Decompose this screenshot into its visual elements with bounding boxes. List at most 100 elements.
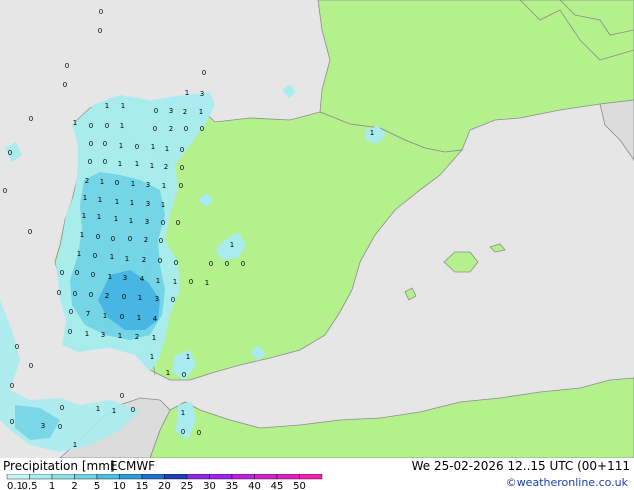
precip-value-label: 1 [156, 277, 160, 285]
precip-value-label: 1 [118, 332, 122, 340]
precip-value-label: 0 [179, 182, 183, 190]
precip-value-label: 0 [197, 429, 201, 437]
color-swatch [186, 474, 210, 480]
color-scale: 0.10.5 1 2 5 10 15 20 25 30 35 40 45 50 [6, 474, 323, 490]
precip-value-label: 0 [161, 219, 165, 227]
precip-value-label: 1 [85, 330, 89, 338]
color-swatch [276, 474, 300, 480]
precip-value-label: 1 [125, 255, 129, 263]
precip-value-label: 3 [123, 274, 127, 282]
precip-value-label: 0 [225, 260, 229, 268]
precip-value-label: 0 [73, 290, 77, 298]
precip-value-label: 0 [105, 122, 109, 130]
precip-value-label: 1 [110, 253, 114, 261]
precip-value-label: 2 [183, 108, 187, 116]
precip-value-label: 0 [8, 149, 12, 157]
precip-value-label: 3 [146, 181, 150, 189]
precip-value-label: 1 [121, 102, 125, 110]
precip-value-label: 0 [180, 164, 184, 172]
precip-value-label: 1 [73, 119, 77, 127]
valid-time: We 25-02-2026 12..15 UTC (00+111 [411, 459, 630, 473]
precip-value-label: 0 [68, 328, 72, 336]
precip-value-label: 1 [151, 143, 155, 151]
precip-value-label: 0 [75, 269, 79, 277]
precip-value-label: 0 [65, 62, 69, 70]
precip-value-label: 0 [58, 423, 62, 431]
precip-value-label: 1 [150, 162, 154, 170]
precip-value-label: 2 [142, 256, 146, 264]
precip-value-label: 0 [89, 122, 93, 130]
scale-tick-label: 5 [94, 481, 100, 490]
color-swatch [141, 474, 165, 480]
precip-value-label: 3 [155, 295, 159, 303]
precip-value-label: 1 [165, 145, 169, 153]
precip-value-label: 1 [80, 231, 84, 239]
precip-value-label: 3 [41, 422, 45, 430]
precip-value-label: 0 [115, 179, 119, 187]
precip-value-label: 1 [199, 108, 203, 116]
precip-value-label: 1 [150, 353, 154, 361]
precip-value-label: 0 [3, 187, 7, 195]
precip-value-label: 0 [15, 343, 19, 351]
color-swatch [209, 474, 233, 480]
precip-value-label: 0 [202, 69, 206, 77]
color-swatch [6, 474, 30, 480]
precip-value-label: 1 [185, 89, 189, 97]
precip-value-label: 1 [173, 278, 177, 286]
precip-value-label: 3 [101, 331, 105, 339]
precip-value-label: 1 [105, 102, 109, 110]
precip-value-label: 1 [162, 182, 166, 190]
precip-value-label: 1 [97, 213, 101, 221]
precip-value-label: 0 [88, 158, 92, 166]
precip-value-label: 1 [120, 122, 124, 130]
precip-value-label: 0 [89, 140, 93, 148]
scale-tick-label: 1 [49, 481, 55, 490]
scale-tick-label: 45 [271, 481, 284, 490]
scale-tick-label: 25 [181, 481, 194, 490]
scale-tick-label: 0.1 [7, 481, 23, 490]
precip-value-label: 0 [182, 371, 186, 379]
precip-value-label: 1 [115, 198, 119, 206]
precip-value-label: 1 [98, 196, 102, 204]
precip-value-label: 0 [60, 404, 64, 412]
precip-value-label: 1 [130, 199, 134, 207]
precip-value-label: 0 [180, 146, 184, 154]
precip-value-label: 2 [164, 163, 168, 171]
precip-value-label: 0 [154, 107, 158, 115]
precip-value-label: 4 [153, 315, 158, 323]
precip-value-label: 1 [112, 407, 116, 415]
precip-value-label: 1 [103, 312, 107, 320]
precip-value-label: 0 [184, 125, 188, 133]
scale-tick-label: 10 [113, 481, 126, 490]
precip-value-label: 0 [171, 296, 175, 304]
color-swatch [74, 474, 98, 480]
precip-value-label: 2 [85, 177, 89, 185]
precip-value-label: 7 [86, 310, 90, 318]
precip-value-label: 0 [174, 259, 178, 267]
precip-value-label: 1 [129, 217, 133, 225]
precip-value-label: 1 [166, 369, 170, 377]
precip-value-label: 1 [82, 212, 86, 220]
precip-value-label: 0 [128, 235, 132, 243]
precip-value-label: 1 [181, 409, 185, 417]
precip-value-label: 0 [122, 293, 126, 301]
precip-value-label: 0 [29, 115, 33, 123]
precip-value-label: 0 [158, 257, 162, 265]
precip-value-label: 1 [77, 250, 81, 258]
precip-value-label: 0 [103, 140, 107, 148]
scale-tick-label: 50 [293, 481, 306, 490]
precip-value-label: 0 [10, 418, 14, 426]
precip-value-label: 2 [144, 236, 148, 244]
color-swatch [164, 474, 188, 480]
precip-value-label: 1 [96, 405, 100, 413]
precip-value-label: 2 [135, 333, 139, 341]
precip-value-label: 0 [29, 362, 33, 370]
credit-link[interactable]: ©weatheronline.co.uk [506, 476, 628, 489]
precip-value-label: 0 [99, 8, 103, 16]
precip-value-label: 0 [181, 428, 185, 436]
color-swatch [29, 474, 53, 480]
precip-value-label: 1 [114, 215, 118, 223]
scale-tick-label: 0.5 [22, 481, 38, 490]
legend-bar: Precipitation [mm] ECMWF We 25-02-2026 1… [0, 458, 634, 490]
precip-value-label: 0 [28, 228, 32, 236]
